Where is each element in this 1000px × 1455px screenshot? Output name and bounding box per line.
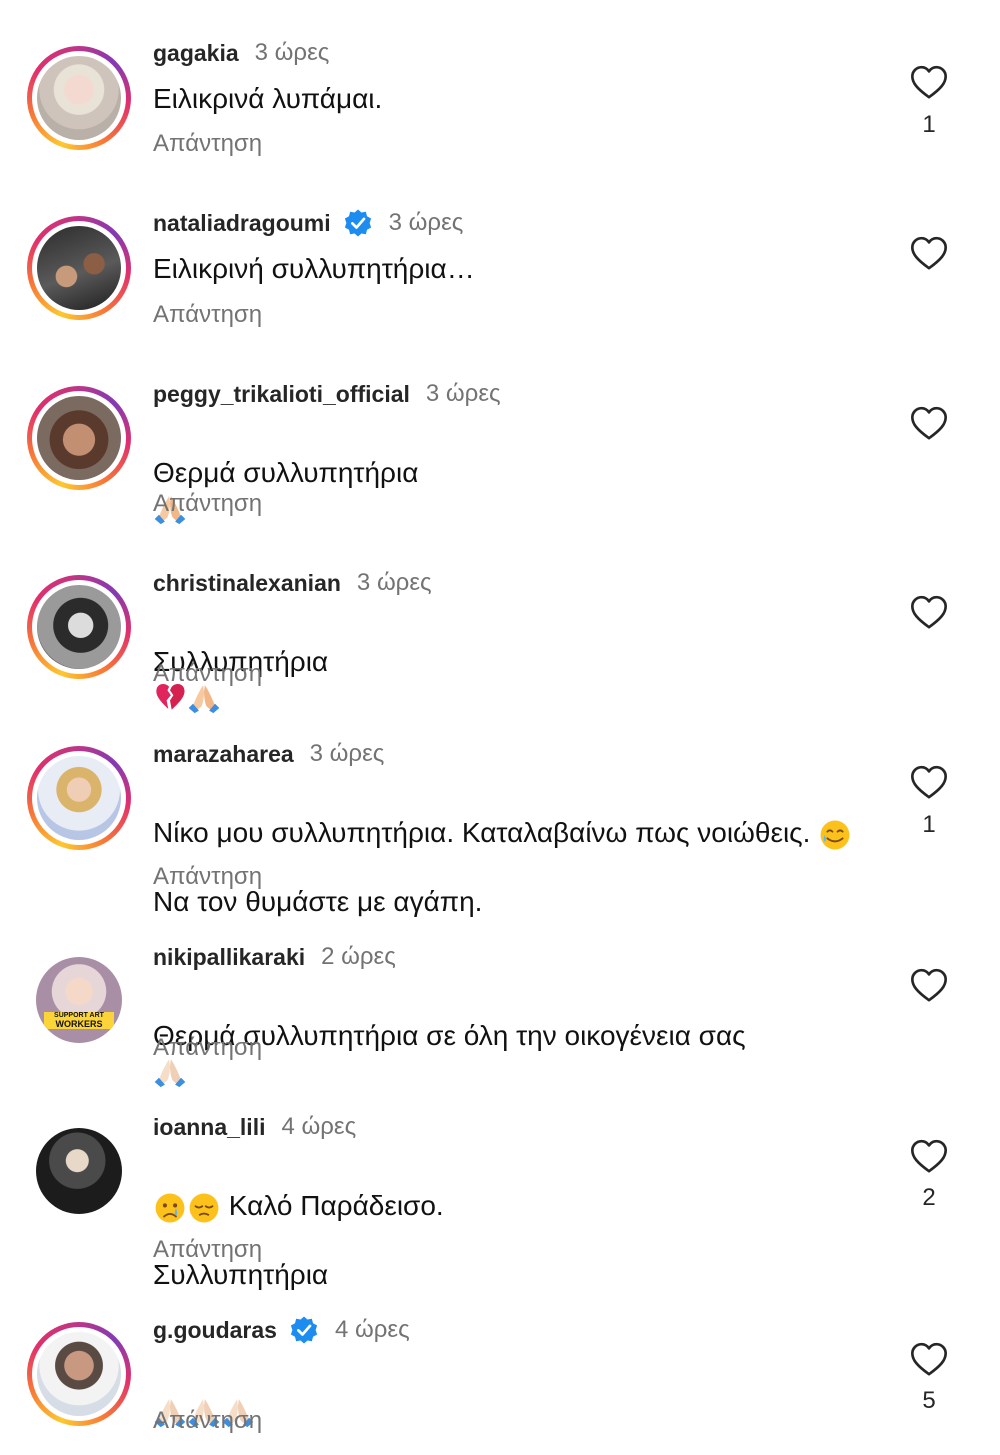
username[interactable]: christinalexanian <box>153 568 341 598</box>
verified-badge-icon <box>289 1315 319 1345</box>
like-count: 5 <box>922 1387 936 1414</box>
timestamp: 3 ώρες <box>309 740 385 767</box>
avatar-badge-line: WORKERS <box>55 1019 103 1029</box>
avatar[interactable] <box>27 575 131 679</box>
comment-text-line: Συλλυπητήρια <box>153 1258 329 1290</box>
comment-text: Θερμά συλλυπητήρια <box>153 423 893 525</box>
heart-outline-icon[interactable] <box>908 1340 950 1380</box>
crying-face-emoji <box>153 1191 187 1225</box>
heart-outline-icon[interactable] <box>908 593 950 633</box>
reply-button[interactable]: Απάντηση <box>153 659 262 689</box>
comment-text: Ειλικρινά λυπάμαι. <box>153 83 383 114</box>
comment-text-line: Καλό Παράδεισο. <box>228 1190 444 1221</box>
username[interactable]: nikipallikaraki <box>153 942 305 972</box>
pensive-face-emoji <box>187 1191 221 1225</box>
username[interactable]: marazaharea <box>153 739 294 769</box>
timestamp: 3 ώρες <box>425 380 501 407</box>
comment-text: Καλό Παράδεισο. Συλλυπητήρια <box>153 1156 893 1324</box>
heart-outline-icon[interactable] <box>908 63 950 103</box>
avatar[interactable] <box>36 1128 122 1214</box>
smiling-face-with-tear-emoji <box>818 818 852 852</box>
like-count: 1 <box>922 111 936 138</box>
like-count: 1 <box>922 811 936 838</box>
heart-outline-icon[interactable] <box>908 763 950 803</box>
comment-text-line: Να τον θυμάστε με αγάπη. <box>153 885 483 917</box>
avatar[interactable]: SUPPORT ART WORKERS <box>36 957 122 1043</box>
username[interactable]: g.goudaras <box>153 1315 277 1345</box>
comment-text: Νίκο μου συλλυπητήρια. Καταλαβαίνω πως ν… <box>153 783 913 951</box>
reply-button[interactable]: Απάντηση <box>153 489 262 519</box>
heart-outline-icon[interactable] <box>908 404 950 444</box>
reply-button[interactable]: Απάντηση <box>153 862 262 892</box>
username[interactable]: nataliadragoumi <box>153 208 331 238</box>
avatar[interactable] <box>27 386 131 490</box>
reply-button[interactable]: Απάντηση <box>153 129 262 159</box>
avatar[interactable] <box>27 46 131 150</box>
avatar[interactable] <box>27 216 131 320</box>
timestamp: 3 ώρες <box>388 209 464 236</box>
comment-text-line: Νίκο μου συλλυπητήρια. Καταλαβαίνω πως ν… <box>153 817 811 848</box>
username[interactable]: gagakia <box>153 38 239 68</box>
username[interactable]: ioanna_lili <box>153 1112 265 1142</box>
username[interactable]: peggy_trikalioti_official <box>153 379 410 409</box>
timestamp: 3 ώρες <box>254 39 330 66</box>
like-count: 2 <box>922 1184 936 1211</box>
timestamp: 4 ώρες <box>281 1113 357 1140</box>
verified-badge-icon <box>343 208 373 238</box>
reply-button[interactable]: Απάντηση <box>153 300 262 330</box>
timestamp: 4 ώρες <box>334 1316 410 1343</box>
comment-text <box>153 1359 893 1428</box>
comment-text-content: Θερμά συλλυπητήρια <box>153 457 419 488</box>
reply-button[interactable]: Απάντηση <box>153 1235 262 1265</box>
avatar[interactable] <box>27 1322 131 1426</box>
heart-outline-icon[interactable] <box>908 966 950 1006</box>
timestamp: 2 ώρες <box>321 943 396 970</box>
heart-outline-icon[interactable] <box>908 234 950 274</box>
reply-button[interactable]: Απάντηση <box>153 1033 262 1063</box>
avatar[interactable] <box>27 746 131 850</box>
comment-text: Συλλυπητήρια <box>153 612 893 714</box>
heart-outline-icon[interactable] <box>908 1137 950 1177</box>
reply-button[interactable]: Απάντηση <box>153 1406 262 1436</box>
comment-text: Θερμά συλλυπητήρια σε όλη την οικογένεια… <box>153 986 893 1088</box>
comment-text: Ειλικρινή συλλυπητήρια… <box>153 253 475 284</box>
timestamp: 3 ώρες <box>356 569 432 596</box>
